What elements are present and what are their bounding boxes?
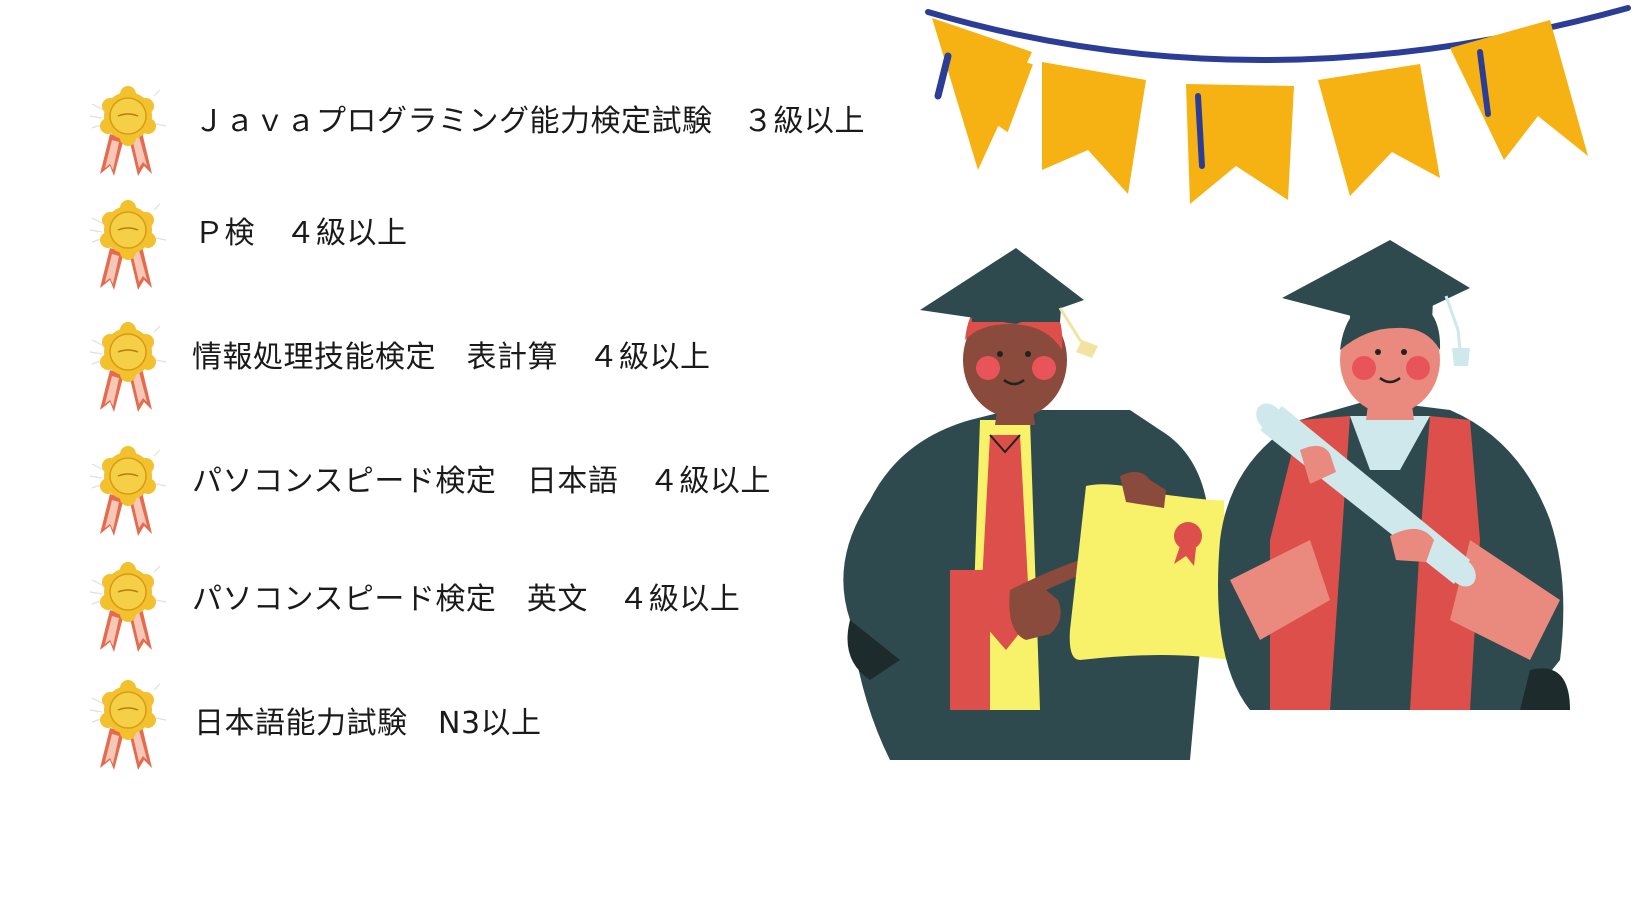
award-rosette-icon — [89, 86, 167, 176]
bunting-flags-icon — [925, 5, 1631, 204]
award-rosette-icon — [89, 562, 167, 652]
certification-list: Ｊａｖａプログラミング能力検定試験 ３級以上 Ｐ検 ４級以上 情報処理技能検定 … — [0, 0, 900, 924]
list-item: Ｐ検 ４級以上 — [88, 196, 908, 296]
certification-label: 日本語能力試験 N3以上 — [194, 706, 542, 741]
certification-label: Ｐ検 ４級以上 — [194, 216, 408, 251]
certification-label: 情報処理技能検定 表計算 ４級以上 — [192, 340, 711, 375]
list-item: パソコンスピード検定 日本語 ４級以上 — [88, 442, 908, 542]
certification-label: パソコンスピード検定 英文 ４級以上 — [192, 582, 741, 617]
list-item: 日本語能力試験 N3以上 — [88, 676, 908, 776]
award-rosette-icon — [89, 322, 167, 412]
graduates-illustration — [843, 240, 1570, 760]
list-item: 情報処理技能検定 表計算 ４級以上 — [88, 318, 908, 418]
award-rosette-icon — [89, 446, 167, 536]
certification-label: パソコンスピード検定 日本語 ４級以上 — [192, 464, 771, 499]
award-rosette-icon — [89, 200, 167, 290]
list-item: パソコンスピード検定 英文 ４級以上 — [88, 558, 908, 658]
award-rosette-icon — [89, 680, 167, 770]
certification-label: Ｊａｖａプログラミング能力検定試験 ３級以上 — [194, 104, 865, 139]
list-item: Ｊａｖａプログラミング能力検定試験 ３級以上 — [88, 82, 908, 182]
